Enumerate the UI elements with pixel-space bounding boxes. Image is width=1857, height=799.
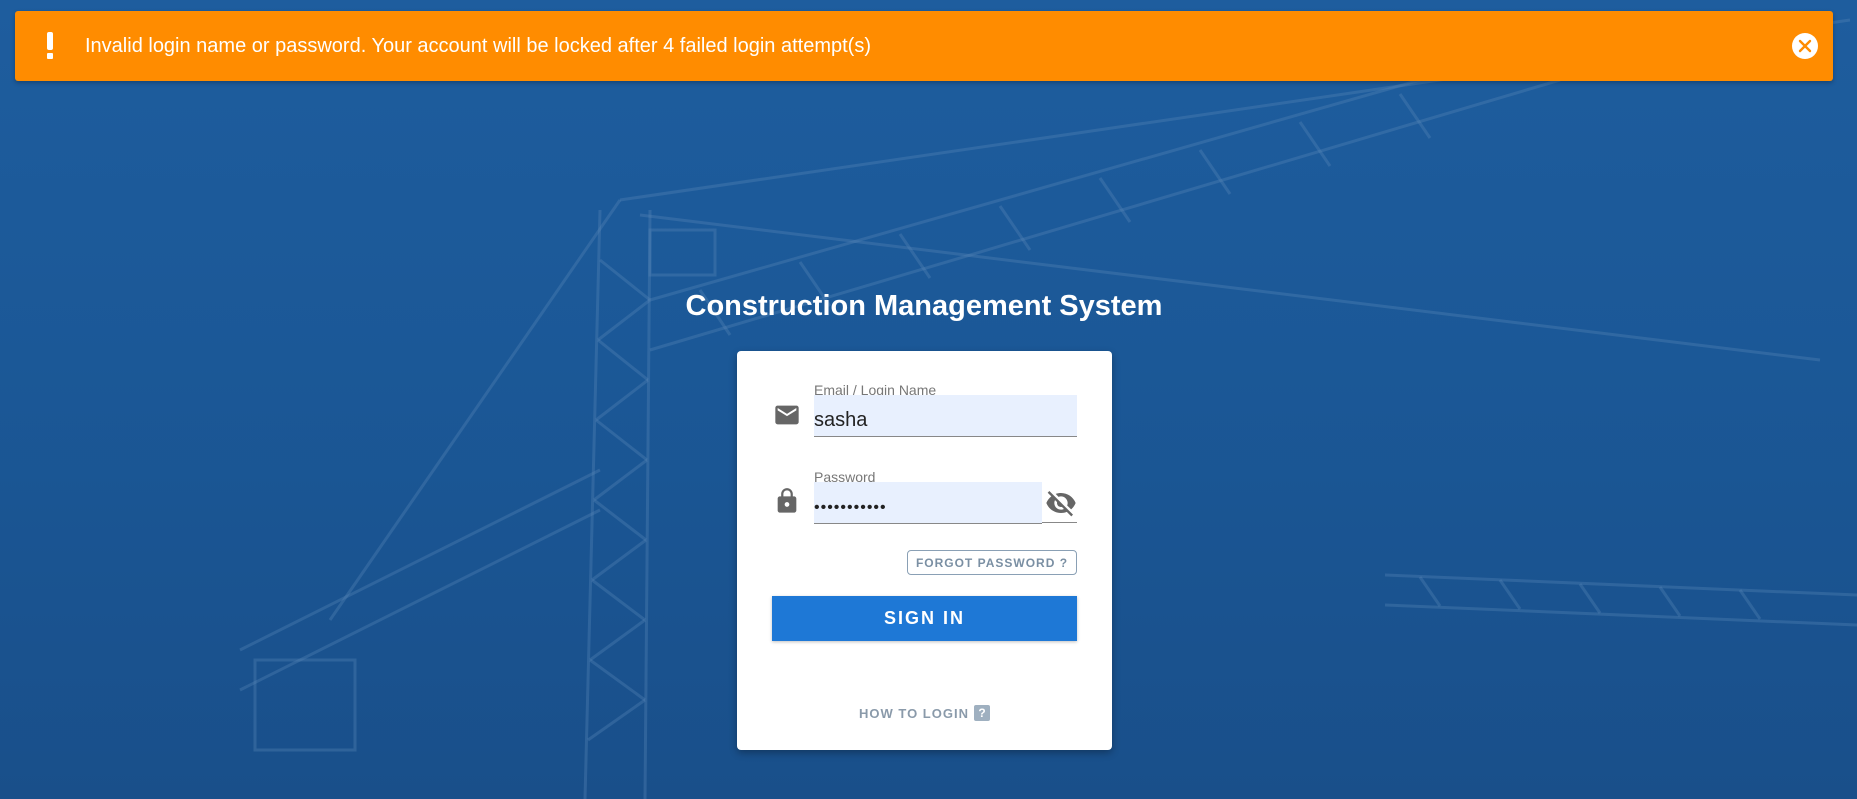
help-icon: ? (973, 705, 990, 721)
how-to-login-label: HOW TO LOGIN (859, 705, 969, 721)
envelope-icon (773, 401, 801, 429)
eye-off-icon[interactable] (1045, 487, 1077, 519)
alert-message: Invalid login name or password. Your acc… (85, 34, 871, 57)
sign-in-button[interactable]: SIGN IN (772, 596, 1077, 641)
error-alert: Invalid login name or password. Your acc… (15, 11, 1833, 81)
forgot-password-button[interactable]: FORGOT PASSWORD ? (907, 550, 1077, 575)
exclamation-icon (15, 11, 85, 81)
password-field[interactable] (814, 482, 1042, 524)
email-field[interactable] (814, 395, 1077, 437)
login-card: Email / Login Name Password FORGOT PASSW… (737, 351, 1112, 750)
close-icon[interactable] (1792, 33, 1818, 59)
how-to-login-link[interactable]: HOW TO LOGIN ? (737, 705, 1112, 721)
password-underline (1042, 522, 1077, 523)
lock-icon (773, 487, 801, 515)
page-title: Construction Management System (685, 290, 1163, 322)
